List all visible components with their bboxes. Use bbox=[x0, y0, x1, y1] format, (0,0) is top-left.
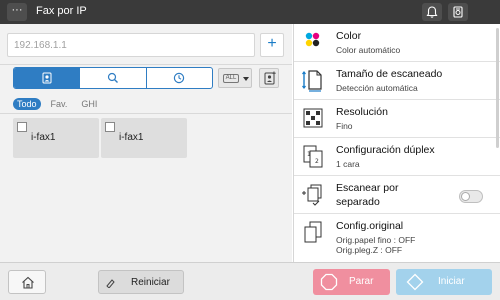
divider bbox=[0, 113, 292, 114]
setting-title: Color bbox=[336, 30, 362, 42]
scan-size-icon bbox=[302, 70, 322, 92]
setting-title: Escanear por bbox=[336, 182, 399, 194]
eraser-icon bbox=[106, 279, 115, 288]
address-register-icon bbox=[264, 71, 276, 85]
stop-label: Parar bbox=[349, 276, 374, 287]
view-tab-group bbox=[13, 67, 213, 89]
chevron-down-icon bbox=[243, 77, 249, 81]
svg-text:2: 2 bbox=[315, 158, 319, 165]
setting-value: 1 cara bbox=[336, 159, 360, 169]
setting-title: Configuración dúplex bbox=[336, 144, 435, 156]
home-icon bbox=[22, 276, 34, 289]
setting-value: Fino bbox=[336, 121, 353, 131]
header-bar: ··· Fax por IP bbox=[0, 0, 500, 24]
destination-item[interactable]: i-fax1 bbox=[101, 118, 187, 158]
start-button[interactable]: Iniciar bbox=[396, 269, 492, 295]
original-settings-icon bbox=[304, 221, 322, 243]
menu-button[interactable]: ··· bbox=[7, 3, 27, 21]
setting-resolution[interactable]: Resolución Fino bbox=[294, 100, 500, 138]
setting-title: Resolución bbox=[336, 106, 388, 118]
address-book-icon bbox=[42, 72, 52, 84]
destination-checkbox[interactable] bbox=[17, 122, 27, 132]
separate-scan-icon bbox=[302, 184, 322, 206]
settings-panel: Color Color automático Tamaño de escanea… bbox=[293, 24, 500, 262]
index-tab-favorites[interactable]: Fav. bbox=[47, 98, 72, 110]
destination-item[interactable]: i-fax1 bbox=[13, 118, 99, 158]
reset-label: Reiniciar bbox=[131, 277, 170, 288]
footer-bar: Reiniciar Parar Iniciar bbox=[0, 262, 500, 300]
setting-value: Detección automática bbox=[336, 83, 418, 93]
setting-color[interactable]: Color Color automático bbox=[294, 24, 500, 62]
register-destination-button[interactable] bbox=[259, 68, 279, 88]
svg-text:1: 1 bbox=[307, 151, 311, 158]
index-tab-ghi[interactable]: GHI bbox=[77, 98, 101, 110]
filter-dropdown[interactable]: ALL bbox=[218, 68, 252, 88]
app-title: Fax por IP bbox=[36, 5, 87, 17]
tab-history[interactable] bbox=[147, 68, 212, 88]
search-icon bbox=[107, 72, 118, 83]
destination-checkbox[interactable] bbox=[105, 122, 115, 132]
index-tab-all[interactable]: Todo bbox=[13, 98, 41, 110]
reset-button[interactable]: Reiniciar bbox=[98, 270, 184, 294]
device-status-icon[interactable] bbox=[448, 3, 468, 21]
setting-scan-size[interactable]: Tamaño de escaneado Detección automática bbox=[294, 62, 500, 100]
stop-button[interactable]: Parar bbox=[313, 269, 390, 295]
divider bbox=[0, 64, 292, 65]
setting-duplex[interactable]: 12 Configuración dúplex 1 cara bbox=[294, 138, 500, 176]
start-icon bbox=[406, 273, 424, 291]
setting-value: Orig.papel fino : OFF bbox=[336, 235, 416, 245]
setting-title: Tamaño de escaneado bbox=[336, 68, 443, 80]
stop-icon bbox=[320, 273, 338, 291]
tab-search[interactable] bbox=[80, 68, 147, 88]
destination-label: i-fax1 bbox=[119, 132, 144, 143]
start-label: Iniciar bbox=[438, 276, 465, 287]
setting-value-line2: Orig.pleg.Z : OFF bbox=[336, 245, 403, 255]
history-icon bbox=[174, 72, 185, 84]
setting-value: Color automático bbox=[336, 45, 401, 55]
bell-icon[interactable] bbox=[422, 3, 442, 21]
add-address-button[interactable]: + bbox=[260, 33, 284, 57]
filter-selected: ALL bbox=[223, 74, 239, 83]
tab-address-book[interactable] bbox=[14, 68, 81, 88]
separate-scan-toggle[interactable] bbox=[459, 190, 483, 203]
color-icon bbox=[305, 32, 320, 47]
index-tabs: Todo Fav. GHI bbox=[13, 97, 101, 111]
resolution-icon bbox=[303, 108, 323, 128]
toggle-knob bbox=[461, 192, 470, 201]
setting-title: Config.original bbox=[336, 220, 404, 232]
address-input[interactable]: 192.168.1.1 bbox=[7, 33, 255, 57]
destination-label: i-fax1 bbox=[31, 132, 56, 143]
home-button[interactable] bbox=[8, 270, 46, 294]
duplex-icon: 12 bbox=[303, 145, 323, 168]
setting-original[interactable]: Config.original Orig.papel fino : OFF Or… bbox=[294, 214, 500, 262]
setting-separate-scan[interactable]: Escanear por separado bbox=[294, 176, 500, 214]
setting-title-line2: separado bbox=[336, 196, 380, 208]
settings-scrollbar[interactable] bbox=[496, 28, 499, 148]
destination-panel: 192.168.1.1 + ALL Todo Fav. GHI i-fax1 i… bbox=[0, 24, 292, 262]
